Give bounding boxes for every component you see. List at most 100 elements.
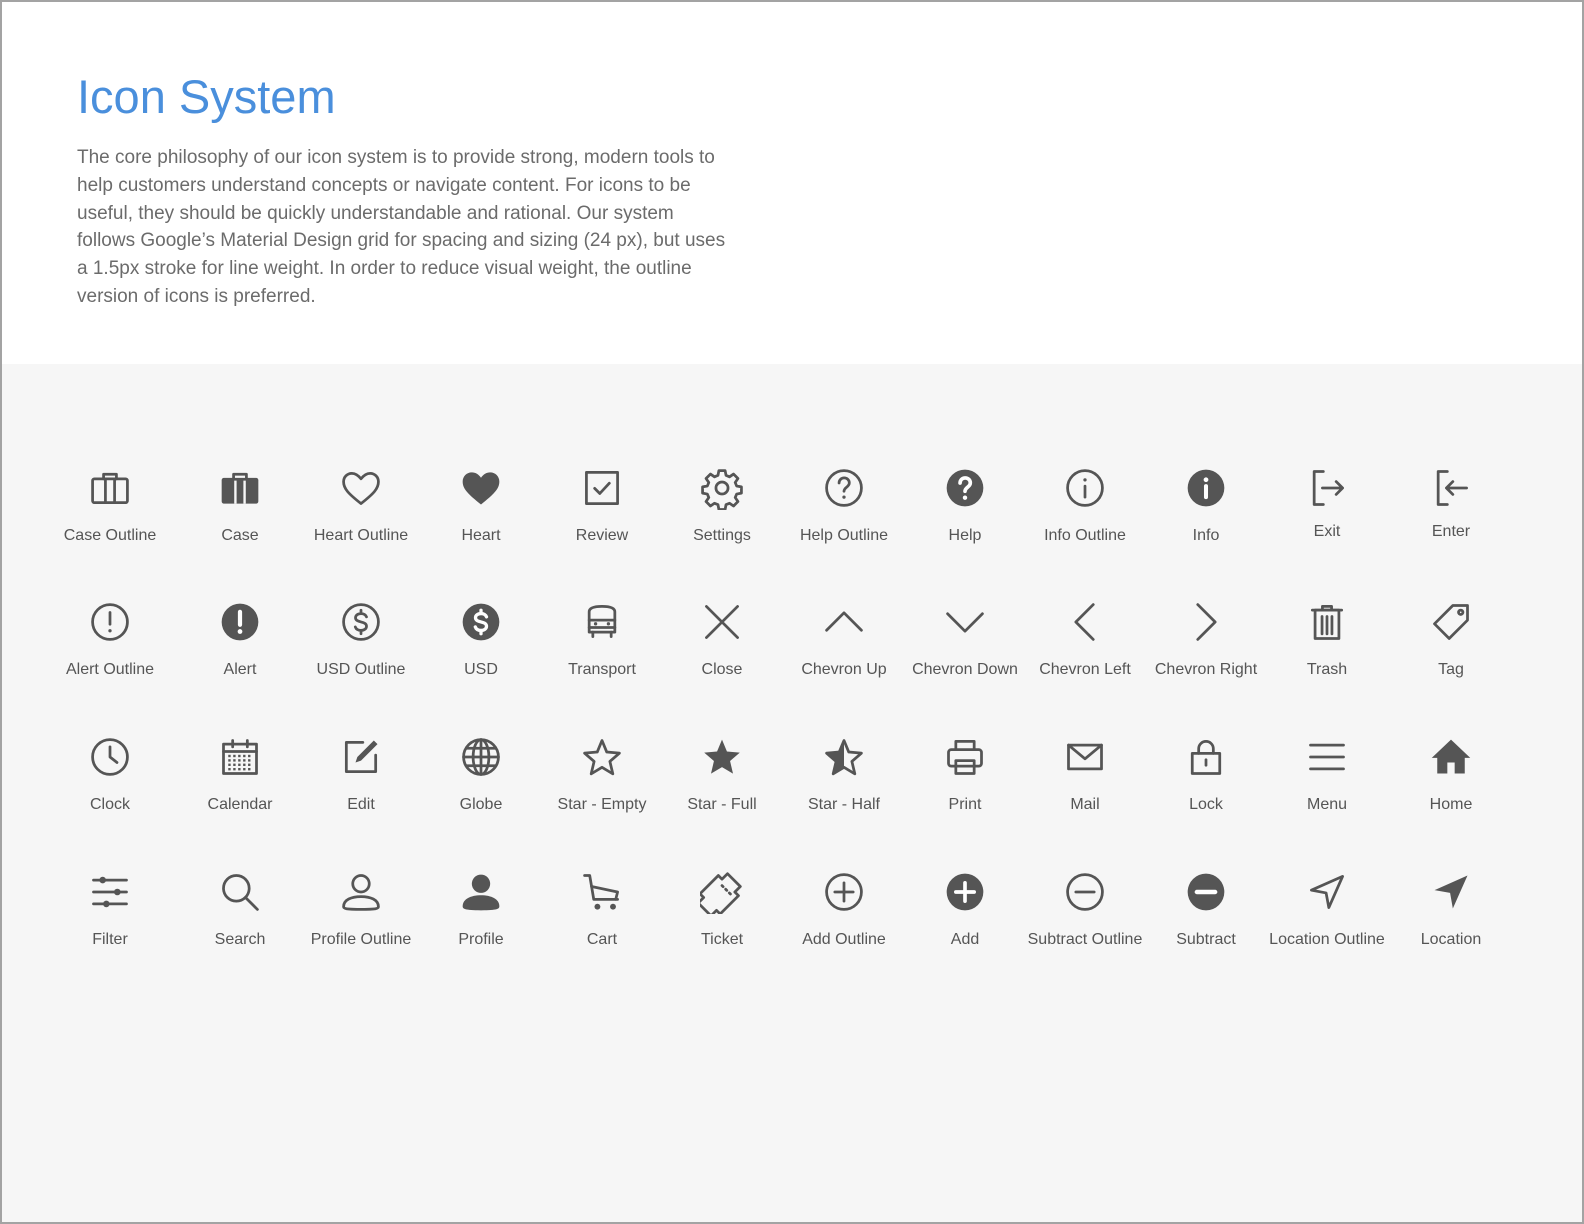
icon-cell-usd-outline: USD Outline <box>291 600 431 679</box>
icon-cell-tag: Tag <box>1381 600 1521 679</box>
icon-label: Info Outline <box>1044 527 1126 544</box>
icon-cell-location-outline: Location Outline <box>1257 870 1397 949</box>
icon-cell-alert-outline: Alert Outline <box>40 600 180 679</box>
info-icon <box>1187 469 1225 507</box>
icon-cell-help: Help <box>895 466 1035 545</box>
icon-label: Case <box>221 527 259 544</box>
icon-label: Cart <box>586 931 618 948</box>
icon-label: Help Outline <box>799 527 889 544</box>
icon-label: Mail <box>1070 796 1100 813</box>
cart-icon <box>583 874 619 910</box>
filter-icon <box>92 876 128 908</box>
icon-label: Profile <box>458 931 504 948</box>
icon-cell-location: Location <box>1381 870 1521 949</box>
icon-label: Trash <box>1306 661 1348 678</box>
chevron-up-icon <box>825 611 863 632</box>
chevron-left-icon <box>1074 603 1095 641</box>
star-half-icon <box>825 739 863 776</box>
icon-cell-case-outline: Case Outline <box>40 466 180 545</box>
add-outline-icon <box>825 873 863 911</box>
case-outline-icon <box>91 472 129 505</box>
icon-label: Alert <box>223 661 257 678</box>
info-outline-icon <box>1066 469 1104 507</box>
icon-label: Transport <box>568 661 636 678</box>
icon-cell-usd: USD <box>411 600 551 679</box>
icon-label: Chevron Right <box>1154 661 1258 678</box>
icon-cell-filter: Filter <box>40 870 180 949</box>
icon-label: Home <box>1429 796 1473 813</box>
icon-cell-trash: Trash <box>1257 600 1397 679</box>
icon-cell-alert: Alert <box>170 600 310 679</box>
icon-cell-subtract: Subtract <box>1136 870 1276 949</box>
profile-outline-icon <box>342 874 380 911</box>
icon-cell-lock: Lock <box>1136 735 1276 814</box>
transport-icon <box>587 605 617 639</box>
globe-icon <box>462 738 500 776</box>
icon-cell-case: Case <box>170 466 310 545</box>
icon-cell-help-outline: Help Outline <box>774 466 914 545</box>
icon-label: Help <box>948 527 982 544</box>
exit-icon <box>1312 470 1344 506</box>
icon-label: Chevron Down <box>912 661 1018 678</box>
icon-label: Close <box>701 661 743 678</box>
calendar-icon <box>222 739 258 775</box>
icon-label: USD <box>464 661 498 678</box>
icon-cell-transport: Transport <box>532 600 672 679</box>
icon-cell-heart-outline: Heart Outline <box>291 466 431 545</box>
page-frame: Icon System The core philosophy of our i… <box>0 0 1584 1224</box>
icon-cell-enter: Enter <box>1381 466 1521 541</box>
icon-label: Heart <box>461 527 501 544</box>
icon-cell-info-outline: Info Outline <box>1015 466 1155 545</box>
page-description: The core philosophy of our icon system i… <box>77 147 726 307</box>
icon-label: Filter <box>92 931 128 948</box>
icon-cell-calendar: Calendar <box>170 735 310 814</box>
icon-cell-cart: Cart <box>532 870 672 949</box>
icon-label: Edit <box>347 796 375 813</box>
icon-cell-home: Home <box>1381 735 1521 814</box>
icon-cell-exit: Exit <box>1257 466 1397 541</box>
icon-cell-search: Search <box>170 870 310 949</box>
icon-cell-profile: Profile <box>411 870 551 949</box>
icon-label: Location <box>1420 931 1482 948</box>
profile-icon <box>462 874 500 911</box>
ticket-icon <box>700 872 742 914</box>
heart-outline-icon <box>342 471 380 505</box>
icon-label: Ticket <box>700 931 744 948</box>
home-icon <box>1431 739 1471 774</box>
icon-label: Calendar <box>207 796 273 813</box>
chevron-right-icon <box>1196 603 1217 641</box>
case-icon <box>221 472 259 504</box>
help-icon <box>946 469 984 507</box>
icon-label: Case Outline <box>63 527 157 544</box>
review-icon <box>585 471 619 505</box>
icon-label: Star - Full <box>687 796 757 813</box>
icon-cell-ticket: Ticket <box>652 870 792 949</box>
menu-icon <box>1309 743 1345 771</box>
icon-cell-mail: Mail <box>1015 735 1155 814</box>
icon-cell-globe: Globe <box>411 735 551 814</box>
mail-icon <box>1067 743 1103 771</box>
page-title: Icon System <box>77 70 336 123</box>
heart-icon <box>462 472 500 505</box>
alert-icon <box>221 603 259 641</box>
edit-icon <box>344 740 378 774</box>
icon-label: Globe <box>459 796 503 813</box>
icon-cell-menu: Menu <box>1257 735 1397 814</box>
icon-label: Menu <box>1306 796 1348 813</box>
icon-cell-add: Add <box>895 870 1035 949</box>
icon-label: Location Outline <box>1269 931 1385 948</box>
icon-cell-close: Close <box>652 600 792 679</box>
icon-cell-star-full: Star - Full <box>652 735 792 814</box>
print-icon <box>947 740 983 775</box>
icon-label: Add <box>950 931 980 948</box>
icon-cell-chevron-down: Chevron Down <box>895 600 1035 679</box>
icon-cell-star-half: Star - Half <box>774 735 914 814</box>
subtract-icon <box>1187 873 1225 911</box>
icon-cell-subtract-outline: Subtract Outline <box>1015 870 1155 949</box>
icon-label: Tag <box>1438 661 1464 678</box>
usd-outline-icon <box>342 603 380 641</box>
add-icon <box>946 873 984 911</box>
icon-label: Add Outline <box>802 931 886 948</box>
icon-label: Chevron Up <box>801 661 887 678</box>
icon-cell-chevron-right: Chevron Right <box>1136 600 1276 679</box>
